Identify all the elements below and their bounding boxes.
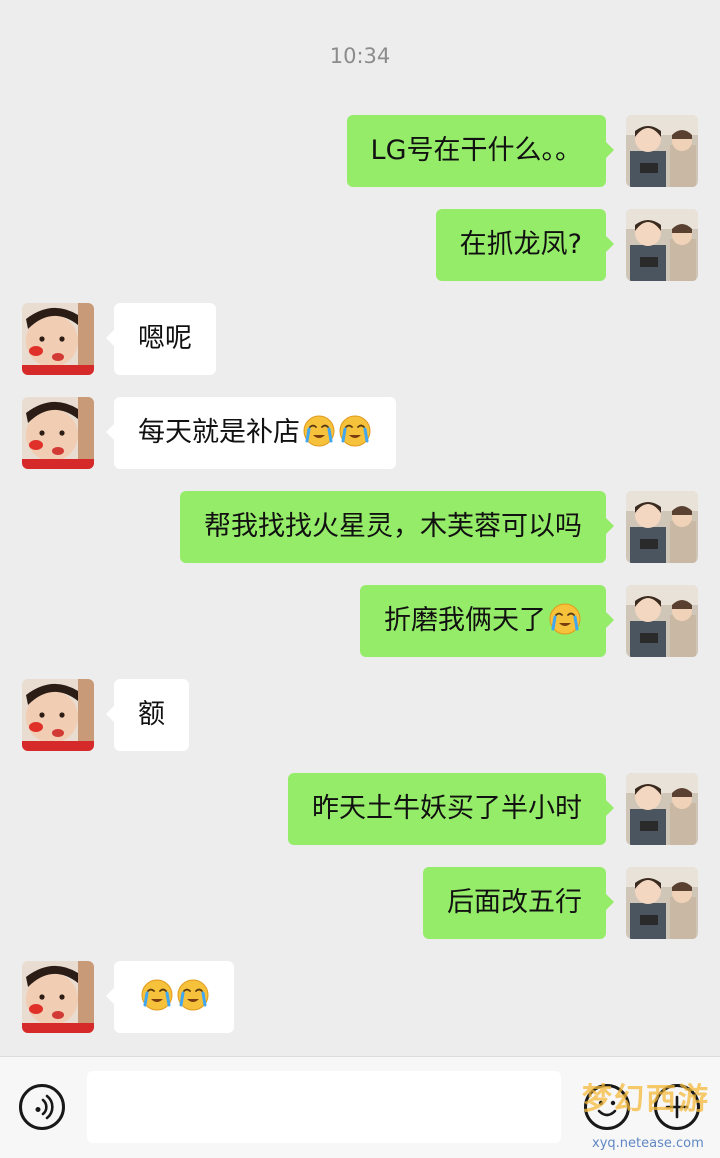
contact-avatar[interactable] <box>22 961 94 1033</box>
message-row: 昨天土牛妖买了半小时 <box>0 773 720 847</box>
message-text: 在抓龙凤? <box>459 229 582 260</box>
input-bar <box>0 1056 720 1158</box>
self-avatar[interactable] <box>626 209 698 281</box>
message-bubble[interactable]: LG号在干什么。。 <box>346 115 615 187</box>
message-bubble[interactable]: 在抓龙凤? <box>435 209 615 281</box>
contact-avatar[interactable] <box>22 679 94 751</box>
timestamp: 10:34 <box>329 44 391 68</box>
self-avatar[interactable] <box>626 585 698 657</box>
message-row: 嗯呢 <box>0 303 720 377</box>
message-text: 帮我找找火星灵，木芙蓉可以吗 <box>204 511 582 542</box>
message-bubble[interactable]: 每天就是补店 <box>106 397 396 469</box>
self-avatar[interactable] <box>626 115 698 187</box>
crying-face-icon <box>176 978 210 1012</box>
contact-avatar[interactable] <box>22 303 94 375</box>
message-text: 折磨我俩天了 <box>384 605 546 636</box>
crying-face-icon <box>302 414 336 448</box>
message-bubble[interactable]: 昨天土牛妖买了半小时 <box>288 773 614 845</box>
crying-face-icon <box>140 978 174 1012</box>
message-input[interactable] <box>87 1071 561 1143</box>
self-avatar[interactable] <box>626 773 698 845</box>
message-text: LG号在干什么。。 <box>370 135 582 166</box>
more-button[interactable] <box>654 1084 700 1130</box>
contact-avatar[interactable] <box>22 397 94 469</box>
message-text: 嗯呢 <box>138 323 192 354</box>
message-row: 每天就是补店 <box>0 397 720 471</box>
message-row <box>0 961 720 1035</box>
crying-face-icon <box>338 414 372 448</box>
message-bubble[interactable] <box>106 961 234 1033</box>
message-row: 帮我找找火星灵，木芙蓉可以吗 <box>0 491 720 565</box>
message-text: 后面改五行 <box>447 887 582 918</box>
message-row: 折磨我俩天了 <box>0 585 720 659</box>
message-bubble[interactable]: 嗯呢 <box>106 303 216 375</box>
crying-face-icon <box>548 602 582 636</box>
message-row: 在抓龙凤? <box>0 209 720 283</box>
plus-icon <box>657 1087 697 1127</box>
voice-button[interactable] <box>19 1084 65 1130</box>
self-avatar[interactable] <box>626 867 698 939</box>
message-text: 额 <box>138 699 165 730</box>
message-bubble[interactable]: 额 <box>106 679 189 751</box>
message-row: 额 <box>0 679 720 753</box>
self-avatar[interactable] <box>626 491 698 563</box>
message-text: 每天就是补店 <box>138 417 300 448</box>
emoji-button[interactable] <box>584 1084 630 1130</box>
message-row: LG号在干什么。。 <box>0 115 720 189</box>
voice-icon <box>22 1087 62 1127</box>
message-row: 后面改五行 <box>0 867 720 941</box>
chat-area[interactable]: 10:34 LG号在干什么。。在抓龙凤? 嗯呢每天就是补店帮我找找火星灵，木芙蓉可… <box>0 0 720 1056</box>
message-bubble[interactable]: 帮我找找火星灵，木芙蓉可以吗 <box>180 491 614 563</box>
smiley-icon <box>587 1087 627 1127</box>
message-bubble[interactable]: 后面改五行 <box>423 867 614 939</box>
message-bubble[interactable]: 折磨我俩天了 <box>360 585 614 657</box>
message-text: 昨天土牛妖买了半小时 <box>312 793 582 824</box>
